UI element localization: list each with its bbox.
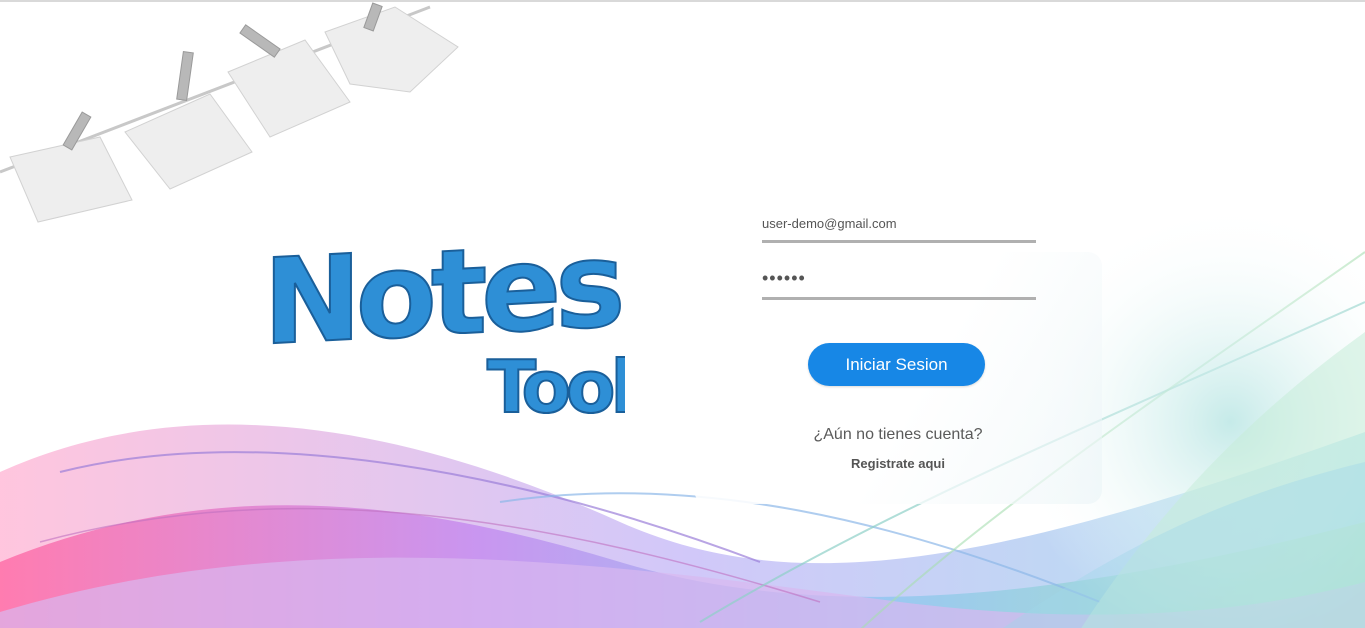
register-link[interactable]: Registrate aqui [792,456,1004,471]
login-button[interactable]: Iniciar Sesion [808,343,985,386]
password-field[interactable] [762,264,1036,300]
logo-word-tool: Tool [487,345,625,424]
login-page: Notes Tool Iniciar Sesion ¿Aún no tienes… [0,0,1365,628]
notes-tool-logo: Notes Tool [262,214,625,424]
email-field[interactable] [762,210,1036,243]
background-artwork [0,2,1365,628]
no-account-text: ¿Aún no tienes cuenta? [813,426,983,443]
